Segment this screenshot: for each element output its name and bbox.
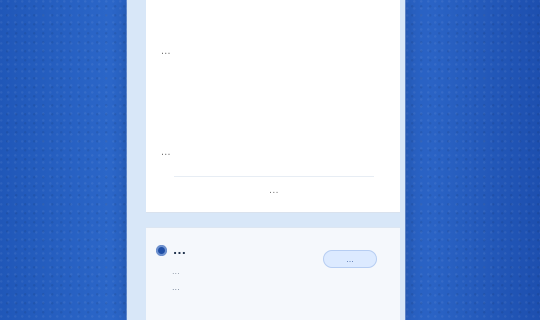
content-panel: ... ... ... ... ... ... ...	[127, 0, 405, 320]
article-body: ... ...	[161, 7, 387, 198]
event-description: ...	[172, 283, 180, 292]
read-more-button[interactable]: ...	[174, 176, 374, 205]
article-card: ... ... ...	[146, 0, 400, 213]
event-badge[interactable]: ...	[323, 250, 377, 268]
event-title: ...	[173, 244, 187, 257]
event-dot-icon	[156, 245, 167, 256]
event-subtitle: ...	[172, 267, 180, 276]
event-header: ...	[156, 244, 186, 257]
article-paragraph-2: ...	[161, 147, 171, 158]
event-card[interactable]: ... ... ... ...	[146, 227, 400, 320]
article-paragraph-1: ...	[161, 46, 171, 57]
